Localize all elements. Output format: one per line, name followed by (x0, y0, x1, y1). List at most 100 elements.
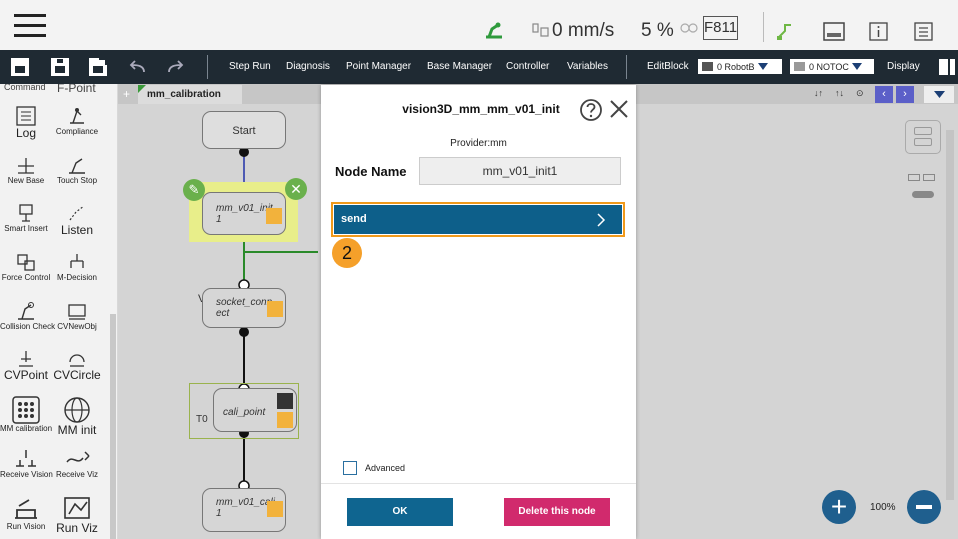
cvcircle-node-icon (69, 354, 85, 367)
palette-label-fpoint[interactable]: F-Point (57, 84, 96, 95)
status-bar: 0 mm/s 5 % F811 (0, 0, 958, 50)
log-icon[interactable] (914, 22, 934, 42)
palette-item-listen[interactable]: Listen (52, 202, 102, 237)
flow-node-mm-v01-init[interactable]: mm_v01_init 1 (202, 192, 286, 235)
flow-node-mm-v01-cali[interactable]: mm_v01_cali 1 (202, 488, 286, 532)
palette-item-log[interactable]: Log (0, 105, 52, 140)
canvas-scrollbar[interactable] (946, 130, 954, 500)
palette-item-label: Receive Viz (55, 470, 99, 479)
smart-insert-node-icon (19, 204, 33, 222)
node-prefix-t0: T0 (196, 414, 208, 425)
variables-menu[interactable]: Variables (567, 61, 608, 72)
tab-dropdown[interactable] (924, 86, 954, 103)
force-control-node-icon (17, 254, 35, 271)
undo-icon[interactable] (128, 60, 146, 74)
zoom-out-icon[interactable] (907, 490, 941, 524)
hamburger-menu-icon[interactable] (14, 14, 46, 38)
app-window: 0 mm/s 5 % F811 Step Run Diagnosis Point… (0, 0, 958, 539)
save-file-icon[interactable] (50, 57, 70, 77)
ok-button[interactable]: OK (347, 498, 453, 526)
diagnosis-menu[interactable]: Diagnosis (286, 61, 330, 72)
palette-item-compliance[interactable]: Compliance (52, 105, 102, 137)
step-run-menu[interactable]: Step Run (229, 61, 271, 72)
palette-item-run-vision[interactable]: Run Vision (0, 494, 52, 532)
redo-icon[interactable] (167, 60, 185, 74)
palette-item-collision-check[interactable]: Collision Check (0, 300, 55, 332)
controller-icon[interactable] (823, 22, 845, 42)
edit-block-menu[interactable]: EditBlock (647, 61, 689, 72)
tool-dropdown[interactable]: 0 NOTOC (790, 59, 874, 74)
palette-item-cvpoint[interactable]: CVPoint (0, 347, 52, 382)
advanced-checkbox[interactable] (343, 461, 357, 475)
robot-base-dropdown[interactable]: 0 RobotB (698, 59, 782, 74)
palette-item-receive-vision[interactable]: Receive Vision (0, 446, 53, 480)
palette-item-label: Listen (60, 223, 94, 237)
delete-node-button[interactable]: Delete this node (504, 498, 610, 526)
controller-menu[interactable]: Controller (506, 61, 549, 72)
sort-asc-icon[interactable]: ↓↑ (814, 88, 823, 98)
network-icon[interactable] (775, 21, 795, 41)
flow-node-cali-point[interactable]: cali_point (213, 388, 297, 432)
flow-node-socket-connect[interactable]: socket_conn ect (202, 288, 286, 328)
cvnewobj-node-icon (68, 304, 86, 320)
new-base-node-icon (18, 158, 34, 174)
palette-item-run-viz[interactable]: Run Viz (52, 494, 102, 535)
info-icon[interactable] (869, 22, 889, 42)
tab-marker-icon (138, 85, 146, 93)
status-divider (763, 12, 764, 42)
flow-node-start[interactable]: Start (202, 111, 286, 149)
robot-base-value: 0 RobotB (717, 61, 755, 72)
palette-item-force-control[interactable]: Force Control (0, 251, 52, 283)
help-icon[interactable] (579, 98, 603, 122)
palette-item-m-decision[interactable]: M-Decision (52, 251, 102, 283)
tab-scroll-left[interactable]: ‹ (875, 86, 893, 103)
send-row-button[interactable]: send (334, 205, 622, 234)
vision-node-icon (267, 501, 283, 517)
listen-node-icon (69, 205, 85, 221)
add-tab-icon[interactable]: + (123, 87, 130, 101)
palette-item-receive-viz[interactable]: Receive Viz (52, 446, 102, 480)
palette-item-cvcircle[interactable]: CVCircle (52, 347, 102, 382)
log-node-icon (16, 106, 36, 126)
layout-toggle-icon[interactable] (905, 120, 941, 154)
display-menu[interactable]: Display (887, 61, 920, 72)
palette-item-smart-insert[interactable]: Smart Insert (0, 202, 52, 234)
palette-item-label: MM init (57, 423, 97, 437)
toolbar-divider (207, 55, 208, 79)
toolbar-divider (626, 55, 627, 79)
panel-toggle-icon[interactable] (938, 58, 956, 76)
cvpoint-node-icon (19, 351, 33, 367)
node-name-field[interactable]: mm_v01_init1 (419, 157, 621, 185)
code-box[interactable]: F811 (703, 16, 738, 40)
edit-node-icon[interactable]: ✎ (183, 179, 205, 201)
tab-scroll-right[interactable]: › (896, 86, 914, 103)
connector-toggle-icon[interactable] (907, 170, 937, 198)
socket-node-icon (267, 301, 283, 317)
sort-desc-icon[interactable]: ↑↓ (835, 88, 844, 98)
collision-check-node-icon (18, 302, 34, 320)
remove-node-icon[interactable]: ✕ (285, 178, 307, 200)
tab-mm-calibration[interactable]: mm_calibration (138, 85, 242, 104)
palette-label-command[interactable]: Command (4, 84, 46, 92)
palette-item-touch-stop[interactable]: Touch Stop (52, 154, 102, 186)
palette-item-mm-init[interactable]: MM init (52, 396, 102, 437)
base-manager-menu[interactable]: Base Manager (427, 61, 492, 72)
point-manager-menu[interactable]: Point Manager (346, 61, 411, 72)
close-icon[interactable] (609, 99, 629, 119)
run-vision-node-icon (15, 499, 37, 519)
zoom-in-icon[interactable]: + (822, 490, 856, 524)
tool-value: 0 NOTOC (809, 61, 849, 72)
touch-stop-node-icon (69, 158, 85, 174)
palette-item-cvnewobj[interactable]: CVNewObj (52, 300, 102, 332)
palette-scrollbar[interactable] (110, 314, 116, 539)
palette-item-mm-calibration[interactable]: MM calibration (0, 396, 52, 434)
tab-label: mm_calibration (147, 89, 221, 100)
open-file-icon[interactable] (10, 57, 30, 77)
run-viz-node-icon (64, 497, 90, 519)
palette-item-label: Run Viz (56, 521, 98, 535)
chevron-down-icon (934, 91, 945, 98)
palette-item-label: MM calibration (0, 424, 53, 433)
filter-icon[interactable]: ⊙ (856, 88, 864, 99)
save-as-icon[interactable] (88, 57, 108, 77)
palette-item-new-base[interactable]: New Base (0, 154, 52, 186)
